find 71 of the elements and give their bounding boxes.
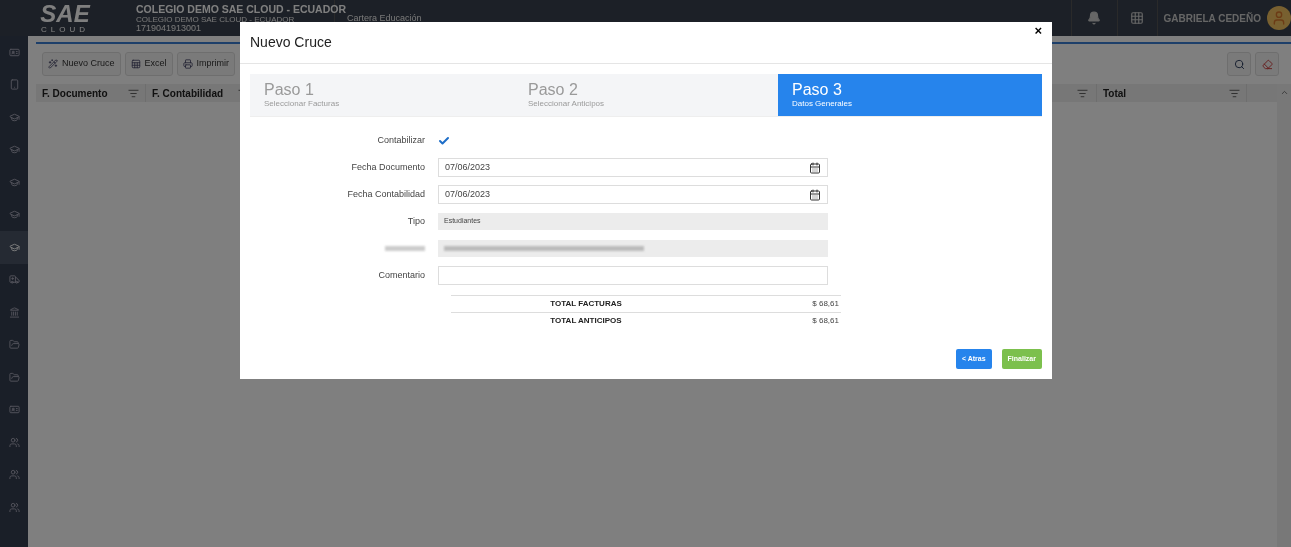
folder-icon [8,339,20,351]
step-subtitle: Seleccionar Facturas [264,100,341,108]
module-name: Cartera Educación [347,13,422,23]
blurred-label [385,246,425,251]
column-header[interactable]: Total [1103,85,1127,101]
folder-icon [8,371,20,383]
bank-icon [8,306,20,318]
column-header[interactable]: F. Contabilidad [152,85,224,101]
step-title: Paso 1 [264,82,315,98]
logo-tagline: CLOUD [41,24,89,34]
field-label: Fecha Contabilidad [347,187,425,201]
column-header[interactable]: F. Documento [42,85,108,101]
company-id: 1719041913001 [136,24,202,33]
modal-title: Nuevo Cruce [250,33,332,52]
step-title: Paso 2 [528,82,579,98]
step-title: Paso 3 [792,82,843,98]
step-subtitle: Seleccionar Anticipos [528,100,606,108]
scrollbar[interactable] [1277,84,1291,547]
scroll-up-icon[interactable] [1279,88,1289,97]
bell-icon[interactable] [1087,11,1102,25]
comment-field[interactable] [438,266,828,285]
id-card-icon [8,46,20,58]
step-tab[interactable]: Paso 3 Datos Generales [778,74,1042,116]
users-icon [8,436,20,448]
eraser-icon [1261,58,1273,70]
field-label: Contabilizar [377,133,425,147]
id-card-icon [8,404,20,416]
checkbox[interactable] [438,134,450,147]
graduation-cap-icon [8,241,20,253]
company-subtitle: COLEGIO DEMO SAE CLOUD - ECUADOR [136,16,295,24]
total-label: TOTAL ANTICIPOS [549,315,623,327]
user-name[interactable]: GABRIELA CEDEÑO [1163,10,1261,26]
company-name: COLEGIO DEMO SAE CLOUD - ECUADOR [136,3,346,16]
avatar[interactable] [1267,6,1291,30]
search-button[interactable] [1227,52,1251,76]
toolbar-button[interactable]: Imprimir [176,52,236,76]
sidebar-item[interactable] [0,231,28,264]
filter-icon[interactable] [1077,87,1088,99]
printer-icon [182,59,193,69]
filter-icon[interactable] [1229,87,1240,99]
graduation-cap-icon [8,111,20,123]
close-button[interactable]: × [1034,24,1042,37]
users-icon [8,501,20,513]
total-label: TOTAL FACTURAS [549,298,623,310]
total-value: $ 68,61 [811,315,840,327]
spreadsheet-icon [130,59,141,69]
toolbar-button[interactable]: Excel [124,52,173,76]
calendar-icon[interactable] [809,161,821,174]
step-tab[interactable]: Paso 2 Seleccionar Anticipos [514,74,778,116]
wand-icon [48,59,58,69]
total-value: $ 68,61 [811,298,840,310]
logo: SAE [40,2,90,25]
field-label: Tipo [407,214,425,228]
eraser-button[interactable] [1255,52,1279,76]
search-icon [1233,58,1245,70]
apps-grid-icon[interactable] [1130,11,1145,25]
toolbar-button[interactable]: Nuevo Cruce [42,52,121,76]
graduation-cap-icon [8,176,20,188]
filter-icon[interactable] [128,87,139,99]
phone-icon [8,79,20,91]
date-field[interactable]: 07/06/2023 [438,158,828,177]
date-field[interactable]: 07/06/2023 [438,185,828,204]
step-tab[interactable]: Paso 1 Seleccionar Facturas [250,74,514,116]
calendar-icon[interactable] [809,188,821,201]
field-label: Comentario [378,268,425,282]
users-icon [8,469,20,481]
graduation-cap-icon [8,144,20,156]
step-subtitle: Datos Generales [792,100,854,108]
graduation-cap-icon [8,209,20,221]
field-label: Fecha Documento [351,160,425,174]
ambulance-icon [8,274,20,286]
